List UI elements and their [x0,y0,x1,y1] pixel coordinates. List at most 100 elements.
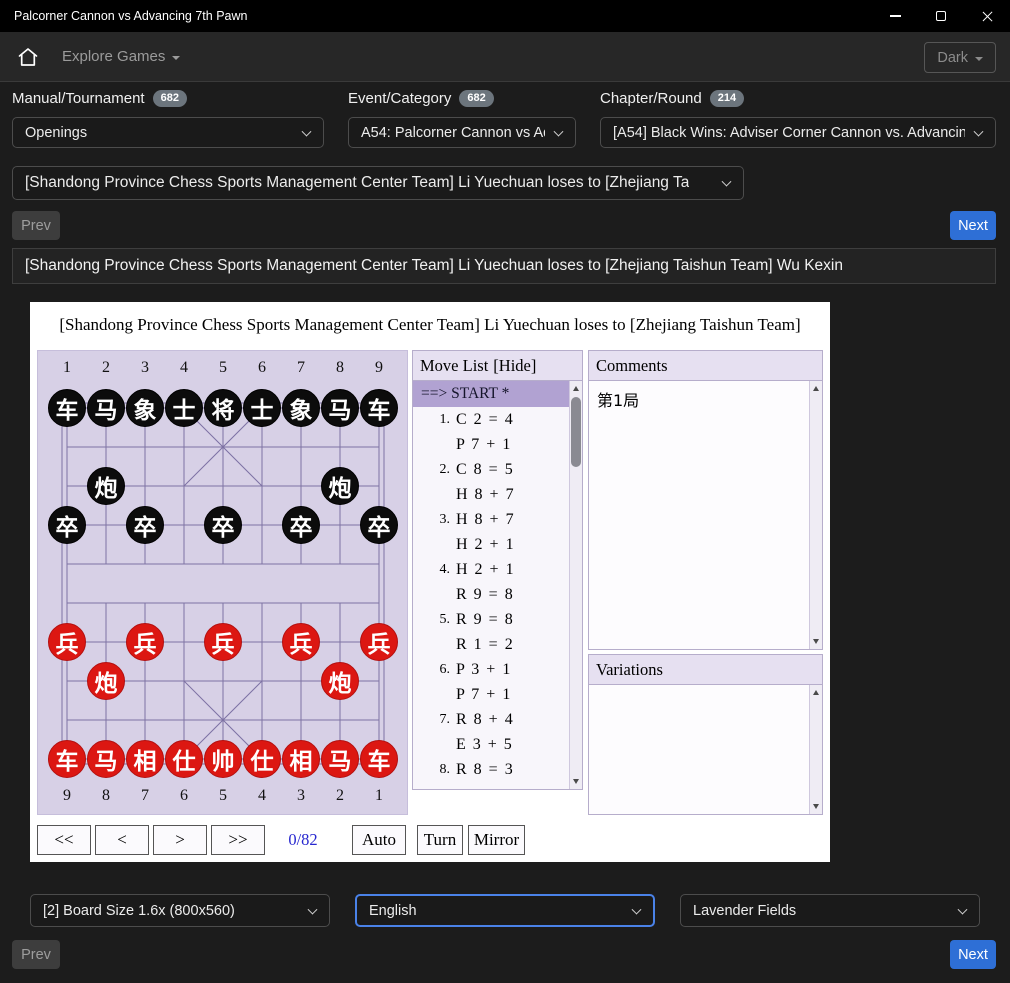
variations-title: Variations [596,659,663,679]
variations-scrollbar[interactable] [809,685,822,814]
move-row[interactable]: R 1 = 2 [413,632,569,657]
explore-games-menu[interactable]: Explore Games [62,48,181,65]
board-size-select[interactable]: [2] Board Size 1.6x (800x560) [30,894,330,927]
red-piece[interactable]: 炮 [321,662,359,700]
red-piece[interactable]: 兵 [126,623,164,661]
mirror-board-button[interactable]: Mirror [468,825,525,855]
black-piece[interactable]: 卒 [48,506,86,544]
red-piece[interactable]: 车 [48,740,86,778]
move-row[interactable]: R 9 = 8 [413,582,569,607]
black-piece[interactable]: 卒 [204,506,242,544]
red-piece[interactable]: 兵 [360,623,398,661]
scroll-up-icon[interactable] [810,686,822,699]
move-row[interactable]: 4. H 2 + 1 [413,557,569,582]
goto-start-button[interactable]: << [37,825,91,855]
board[interactable]: 123456789 987654321 车马象士将士象马车炮炮卒卒卒卒卒兵兵兵兵… [37,350,408,815]
move-row[interactable]: P 7 + 1 [413,682,569,707]
black-piece[interactable]: 车 [360,389,398,427]
scroll-thumb[interactable] [571,397,581,467]
step-back-button[interactable]: < [95,825,149,855]
red-piece[interactable]: 炮 [87,662,125,700]
red-piece[interactable]: 马 [87,740,125,778]
move-row[interactable]: H 2 + 1 [413,532,569,557]
board-theme-select[interactable]: Lavender Fields [680,894,980,927]
event-select-value: A54: Palcorner Cannon vs Ad [361,124,545,141]
red-piece[interactable]: 仕 [165,740,203,778]
move-text: P 7 + 1 [456,435,512,453]
home-button[interactable] [16,45,40,69]
red-piece[interactable]: 马 [321,740,359,778]
scroll-up-icon[interactable] [570,382,582,395]
close-icon [981,10,994,23]
move-list-hide-link[interactable]: [Hide] [493,356,536,376]
game-select-value: [Shandong Province Chess Sports Manageme… [25,174,690,191]
red-piece[interactable]: 相 [282,740,320,778]
chapter-label: Chapter/Round [600,90,702,107]
move-row[interactable]: 1. C 2 = 4 [413,407,569,432]
prev-game-button-bottom[interactable]: Prev [12,940,60,969]
black-piece[interactable]: 士 [243,389,281,427]
move-text: C 2 = 4 [456,410,515,428]
move-row[interactable]: 6. P 3 + 1 [413,657,569,682]
move-row[interactable]: E 3 + 5 [413,732,569,757]
caret-down-icon [975,56,983,61]
move-row[interactable]: 2. C 8 = 5 [413,457,569,482]
chevron-down-icon [721,176,732,187]
red-piece[interactable]: 帅 [204,740,242,778]
red-piece[interactable]: 兵 [282,623,320,661]
move-row[interactable]: H 8 + 7 [413,482,569,507]
black-piece[interactable]: 将 [204,389,242,427]
scroll-down-icon[interactable] [570,775,582,788]
black-piece[interactable]: 象 [282,389,320,427]
step-forward-button[interactable]: > [153,825,207,855]
move-number: 8. [439,761,451,777]
event-select[interactable]: A54: Palcorner Cannon vs Ad [348,117,576,148]
comments-scrollbar[interactable] [809,381,822,649]
move-row[interactable]: 5. R 9 = 8 [413,607,569,632]
goto-end-button[interactable]: >> [211,825,265,855]
move-row[interactable]: 7. R 8 + 4 [413,707,569,732]
scroll-up-icon[interactable] [810,382,822,395]
manual-count-badge: 682 [152,90,187,107]
red-piece[interactable]: 车 [360,740,398,778]
move-row[interactable]: 8. R 8 = 3 [413,757,569,782]
move-list-start-row[interactable]: ==> START * [413,381,569,407]
move-number: 6. [439,661,451,677]
black-piece[interactable]: 士 [165,389,203,427]
move-text: R 9 = 8 [456,585,515,603]
move-row[interactable]: P 7 + 1 [413,432,569,457]
turn-board-button[interactable]: Turn [417,825,463,855]
black-piece[interactable]: 车 [48,389,86,427]
event-label-row: Event/Category 682 [348,90,494,107]
black-piece[interactable]: 卒 [282,506,320,544]
language-select[interactable]: English [355,894,655,927]
red-piece[interactable]: 相 [126,740,164,778]
move-row[interactable]: 3. H 8 + 7 [413,507,569,532]
variations-header: Variations [589,655,822,685]
red-piece[interactable]: 兵 [48,623,86,661]
scroll-down-icon[interactable] [810,635,822,648]
black-piece[interactable]: 象 [126,389,164,427]
game-select[interactable]: [Shandong Province Chess Sports Manageme… [12,166,744,200]
next-game-button-bottom[interactable]: Next [950,940,996,969]
next-game-button-top[interactable]: Next [950,211,996,240]
black-piece[interactable]: 卒 [360,506,398,544]
close-button[interactable] [964,0,1010,32]
game-viewer: [Shandong Province Chess Sports Manageme… [30,302,830,862]
move-list-scrollbar[interactable] [569,381,582,789]
prev-game-button-top[interactable]: Prev [12,211,60,240]
minimize-button[interactable] [872,0,918,32]
red-piece[interactable]: 仕 [243,740,281,778]
red-piece[interactable]: 兵 [204,623,242,661]
maximize-button[interactable] [918,0,964,32]
black-piece[interactable]: 马 [321,389,359,427]
black-piece[interactable]: 炮 [87,467,125,505]
chapter-select[interactable]: [A54] Black Wins: Adviser Corner Cannon … [600,117,996,148]
auto-play-button[interactable]: Auto [352,825,406,855]
scroll-down-icon[interactable] [810,800,822,813]
black-piece[interactable]: 马 [87,389,125,427]
theme-dropdown-button[interactable]: Dark [924,42,996,73]
black-piece[interactable]: 炮 [321,467,359,505]
manual-select[interactable]: Openings [12,117,324,148]
black-piece[interactable]: 卒 [126,506,164,544]
